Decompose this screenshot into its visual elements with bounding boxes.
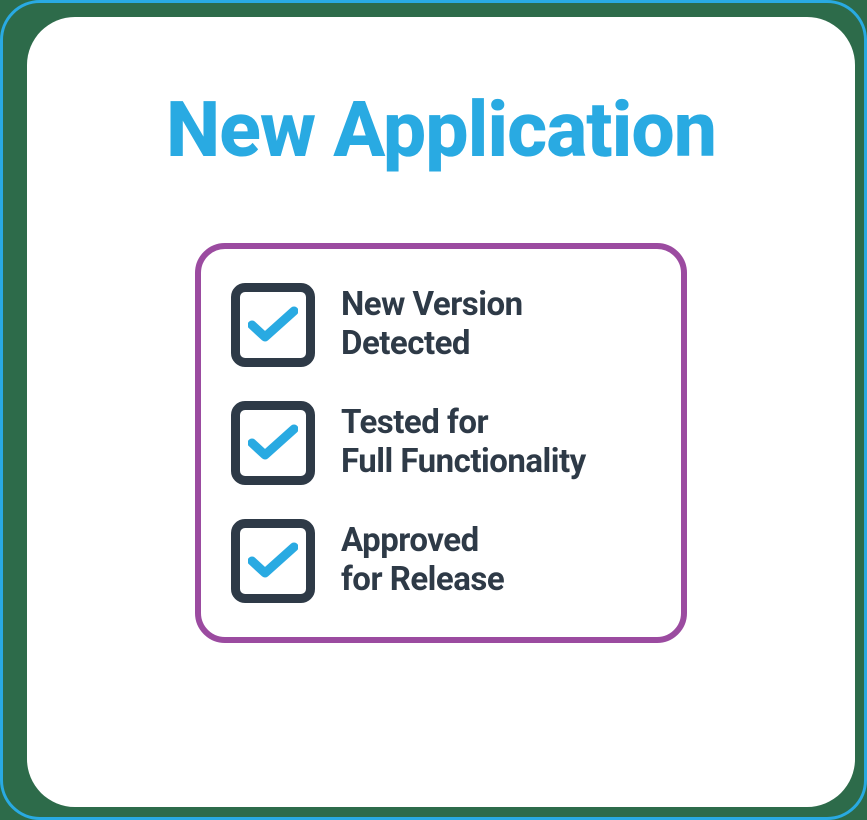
- check-item-label: Approvedfor Release: [341, 522, 504, 600]
- checklist-box: New VersionDetected Tested forFull Funct…: [195, 243, 687, 643]
- check-item: Approvedfor Release: [231, 519, 651, 603]
- check-item: New VersionDetected: [231, 283, 651, 367]
- card: New Application New VersionDetected Test…: [27, 17, 855, 807]
- checkbox-checked-icon: [231, 401, 315, 485]
- check-item-label: Tested forFull Functionality: [341, 404, 586, 482]
- check-item: Tested forFull Functionality: [231, 401, 651, 485]
- check-item-label: New VersionDetected: [341, 286, 523, 364]
- outer-frame: New Application New VersionDetected Test…: [0, 0, 867, 820]
- checkbox-checked-icon: [231, 283, 315, 367]
- checkbox-checked-icon: [231, 519, 315, 603]
- page-title: New Application: [166, 85, 716, 175]
